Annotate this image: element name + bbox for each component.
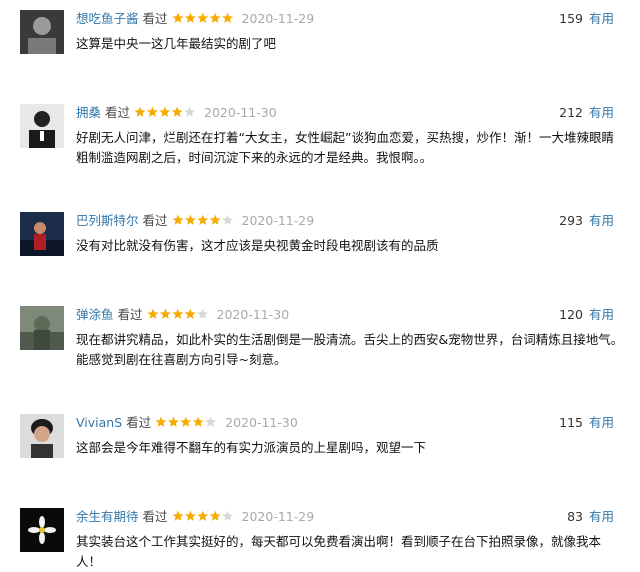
review-text: 这算是中央一这几年最结实的剧了吧 bbox=[76, 36, 277, 51]
vote-count: 120 bbox=[559, 307, 583, 322]
watched-label: 看过 bbox=[117, 307, 143, 322]
review-date: 2020-11-29 bbox=[241, 213, 315, 228]
star-empty-icon bbox=[205, 416, 217, 427]
avatar[interactable] bbox=[20, 104, 64, 148]
star-filled-icon bbox=[147, 308, 159, 319]
star-filled-icon bbox=[192, 416, 204, 427]
star-filled-icon bbox=[146, 106, 158, 117]
avatar[interactable] bbox=[20, 10, 64, 54]
review-meta: 巴列斯特尔 看过 2020-11-29 bbox=[76, 212, 314, 230]
star-filled-icon bbox=[184, 308, 196, 319]
star-filled-icon bbox=[209, 214, 221, 225]
review-date: 2020-11-30 bbox=[225, 415, 298, 430]
review-date: 2020-11-29 bbox=[241, 509, 315, 524]
star-empty-icon bbox=[221, 510, 233, 521]
star-filled-icon bbox=[172, 12, 184, 23]
review-meta: 弹涂鱼 看过 2020-11-30 bbox=[76, 306, 289, 324]
useful-button[interactable]: 有用 bbox=[589, 509, 614, 524]
review-text: 这部会是今年难得不翻车的有实力派演员的上星剧吗，观望一下 bbox=[76, 440, 427, 455]
useful-button[interactable]: 有用 bbox=[589, 307, 614, 322]
vote-count: 212 bbox=[559, 105, 583, 120]
vote-count: 83 bbox=[567, 509, 583, 524]
review-date: 2020-11-29 bbox=[241, 11, 315, 26]
rating-stars bbox=[172, 510, 234, 522]
rating-stars bbox=[172, 12, 234, 24]
star-filled-icon bbox=[159, 106, 171, 117]
watched-label: 看过 bbox=[126, 415, 152, 430]
star-filled-icon bbox=[209, 510, 221, 521]
star-filled-icon bbox=[209, 12, 221, 23]
review-meta: 想吃鱼子酱 看过 2020-11-29 bbox=[76, 10, 314, 28]
useful-button[interactable]: 有用 bbox=[589, 11, 614, 26]
rating-stars bbox=[155, 416, 217, 428]
vote-count: 293 bbox=[559, 213, 583, 228]
username-link[interactable]: VivianS bbox=[76, 415, 122, 430]
avatar[interactable] bbox=[20, 414, 64, 458]
useful-button[interactable]: 有用 bbox=[589, 213, 614, 228]
username-link[interactable]: 拥桑 bbox=[76, 105, 101, 120]
star-filled-icon bbox=[221, 12, 233, 23]
watched-label: 看过 bbox=[142, 509, 168, 524]
avatar[interactable] bbox=[20, 212, 64, 256]
star-empty-icon bbox=[184, 106, 196, 117]
star-filled-icon bbox=[155, 416, 167, 427]
review-meta: 拥桑 看过 2020-11-30 bbox=[76, 104, 277, 122]
username-link[interactable]: 想吃鱼子酱 bbox=[76, 11, 139, 26]
star-filled-icon bbox=[180, 416, 192, 427]
vote-box: 212 有用 bbox=[559, 104, 614, 122]
review-text: 好剧无人问津，烂剧还在打着“大女主，女性崛起”谈狗血恋爱，买热搜，炒作！渐！一大… bbox=[76, 130, 614, 165]
watched-label: 看过 bbox=[142, 213, 168, 228]
review-text: 没有对比就没有伤害，这才应该是央视黄金时段电视剧该有的品质 bbox=[76, 238, 439, 253]
vote-count: 159 bbox=[559, 11, 583, 26]
useful-button[interactable]: 有用 bbox=[589, 105, 614, 120]
star-filled-icon bbox=[184, 510, 196, 521]
review-text: 现在都讲究精品，如此朴实的生活剧倒是一股清流。舌尖上的西安&宠物世界，台词精炼且… bbox=[76, 332, 624, 367]
vote-count: 115 bbox=[559, 415, 583, 430]
review-meta: VivianS 看过 2020-11-30 bbox=[76, 414, 298, 432]
review-date: 2020-11-30 bbox=[204, 105, 277, 120]
star-filled-icon bbox=[171, 308, 183, 319]
review-date: 2020-11-30 bbox=[216, 307, 290, 322]
star-empty-icon bbox=[196, 308, 208, 319]
useful-button[interactable]: 有用 bbox=[589, 415, 614, 430]
rating-stars bbox=[134, 106, 196, 118]
star-filled-icon bbox=[171, 106, 183, 117]
star-filled-icon bbox=[196, 214, 208, 225]
watched-label: 看过 bbox=[142, 11, 168, 26]
star-filled-icon bbox=[159, 308, 171, 319]
star-empty-icon bbox=[221, 214, 233, 225]
avatar[interactable] bbox=[20, 508, 64, 552]
star-filled-icon bbox=[196, 12, 208, 23]
username-link[interactable]: 弹涂鱼 bbox=[76, 307, 114, 322]
vote-box: 83 有用 bbox=[567, 508, 614, 526]
watched-label: 看过 bbox=[105, 105, 131, 120]
star-filled-icon bbox=[168, 416, 180, 427]
username-link[interactable]: 余生有期待 bbox=[76, 509, 139, 524]
star-filled-icon bbox=[134, 106, 146, 117]
star-filled-icon bbox=[184, 214, 196, 225]
review-meta: 余生有期待 看过 2020-11-29 bbox=[76, 508, 314, 526]
vote-box: 120 有用 bbox=[559, 306, 614, 324]
vote-box: 293 有用 bbox=[559, 212, 614, 230]
avatar[interactable] bbox=[20, 306, 64, 350]
review-text: 其实装台这个工作其实挺好的，每天都可以免费看演出啊！看到顺子在台下拍照录像，就像… bbox=[76, 534, 602, 569]
username-link[interactable]: 巴列斯特尔 bbox=[76, 213, 139, 228]
star-filled-icon bbox=[172, 214, 184, 225]
vote-box: 115 有用 bbox=[559, 414, 614, 432]
vote-box: 159 有用 bbox=[559, 10, 614, 28]
star-filled-icon bbox=[196, 510, 208, 521]
star-filled-icon bbox=[184, 12, 196, 23]
rating-stars bbox=[172, 214, 234, 226]
star-filled-icon bbox=[172, 510, 184, 521]
rating-stars bbox=[147, 308, 209, 320]
